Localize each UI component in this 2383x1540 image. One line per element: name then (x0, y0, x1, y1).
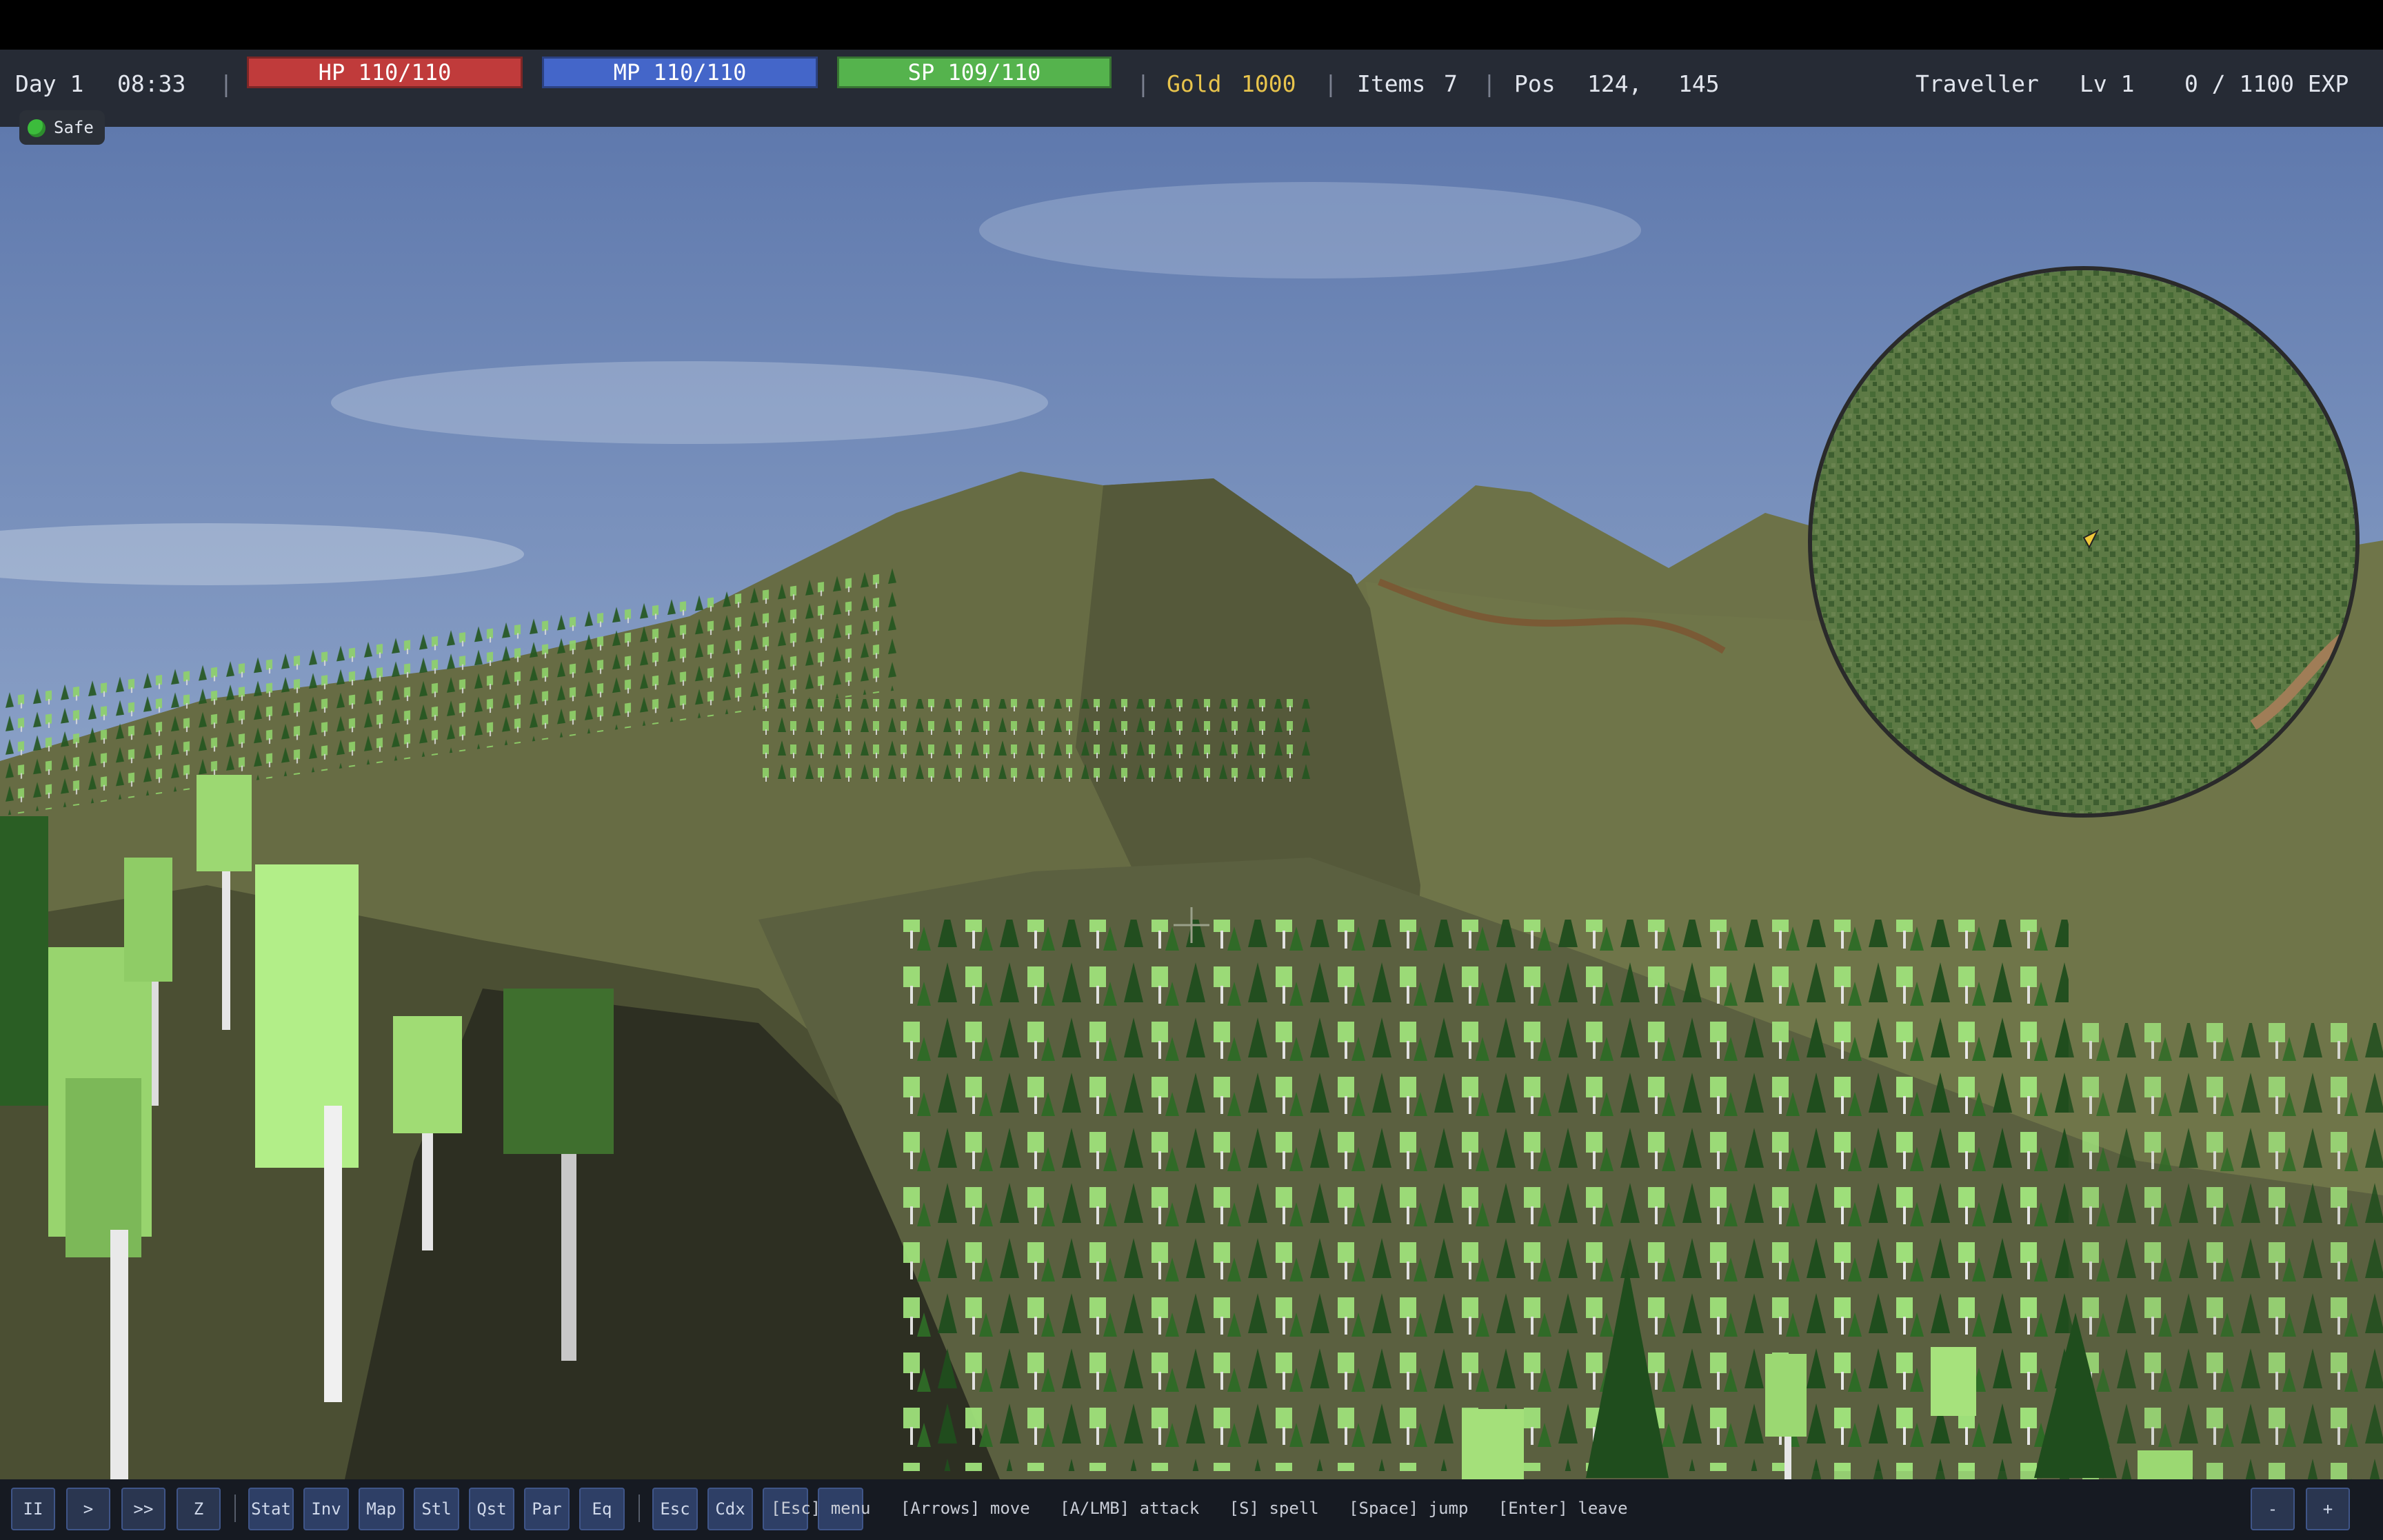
bottom-toolbar: II > >> Z Stat Inv Map Stl Qst Par Eq Es… (0, 1479, 2383, 1540)
escape-button[interactable]: Esc (652, 1488, 698, 1530)
key-hints: [Esc] menu [Arrows] move [A/LMB] attack … (771, 1499, 1628, 1518)
gold-label: Gold (1167, 70, 1222, 97)
gold-value: 1000 (1241, 70, 1296, 97)
divider (234, 1495, 236, 1522)
equipment-button[interactable]: Eq (579, 1488, 625, 1530)
game-viewport[interactable] (0, 127, 2383, 1479)
quests-button[interactable]: Qst (469, 1488, 514, 1530)
far-tree-band (758, 699, 1310, 782)
party-button[interactable]: Par (524, 1488, 570, 1530)
items-value: 7 (1444, 70, 1458, 97)
crosshair-icon (1174, 907, 1209, 943)
inventory-button[interactable]: Inv (303, 1488, 349, 1530)
green-dot-icon (28, 119, 46, 137)
safe-zone-badge: Safe (19, 110, 105, 145)
safe-label: Safe (54, 118, 94, 137)
sp-bar: SP 109/110 (837, 57, 1112, 88)
pos-label: Pos (1514, 70, 1556, 97)
items-label: Items (1357, 70, 1426, 97)
exp-label: 0 / 1100 EXP (2184, 70, 2349, 97)
time-label: 08:33 (117, 70, 186, 97)
letterbox-top (0, 0, 2383, 50)
class-name: Traveller (1916, 70, 2039, 97)
day-label: Day 1 (15, 70, 84, 97)
style-button[interactable]: Stl (414, 1488, 459, 1530)
level-label: Lv 1 (2080, 70, 2135, 97)
divider: | (1324, 70, 1338, 97)
hp-bar: HP 110/110 (247, 57, 523, 88)
pause-button[interactable]: II (11, 1488, 55, 1530)
stats-button[interactable]: Stat (248, 1488, 294, 1530)
mp-bar: MP 110/110 (542, 57, 818, 88)
top-hud: Day 1 08:33 | HP 110/110 MP 110/110 SP 1… (0, 50, 2383, 127)
minimap[interactable] (1808, 266, 2360, 818)
play-button[interactable]: > (66, 1488, 110, 1530)
map-button[interactable]: Map (359, 1488, 404, 1530)
codex-button[interactable]: Cdx (707, 1488, 753, 1530)
sleep-button[interactable]: Z (177, 1488, 221, 1530)
cloud (979, 182, 1641, 278)
cloud (331, 361, 1048, 444)
divider (639, 1495, 640, 1522)
divider: | (1482, 70, 1496, 97)
pos-x: 124, (1587, 70, 1642, 97)
zoom-in-button[interactable]: + (2306, 1488, 2350, 1530)
pos-y: 145 (1678, 70, 1720, 97)
zoom-out-button[interactable]: - (2251, 1488, 2295, 1530)
minimap-terrain (1812, 270, 2355, 813)
fast-forward-button[interactable]: >> (121, 1488, 165, 1530)
divider: | (219, 70, 233, 97)
divider: | (1136, 70, 1150, 97)
